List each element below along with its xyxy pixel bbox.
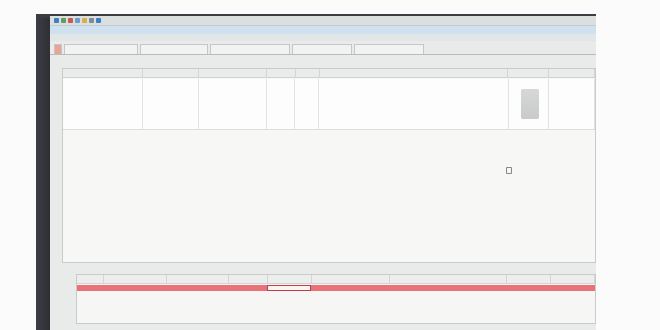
row-cell — [507, 285, 551, 291]
tab-6[interactable] — [354, 44, 424, 54]
row-cell — [295, 79, 319, 129]
column-header[interactable] — [267, 69, 296, 77]
column-header[interactable] — [551, 275, 595, 283]
row-cell — [551, 285, 595, 291]
photo-background — [0, 0, 660, 330]
grid-header — [63, 69, 596, 78]
column-header[interactable] — [199, 69, 267, 77]
refresh-icon[interactable] — [75, 18, 80, 23]
column-header[interactable] — [143, 69, 199, 77]
table-row[interactable] — [63, 79, 595, 130]
app-window — [50, 16, 596, 330]
help-icon[interactable] — [89, 18, 94, 23]
row-cell — [229, 285, 267, 291]
row-cell — [311, 285, 389, 291]
column-header[interactable] — [63, 69, 143, 77]
column-header[interactable] — [167, 275, 230, 283]
column-header[interactable] — [77, 275, 104, 283]
column-header[interactable] — [229, 275, 268, 283]
column-header[interactable] — [390, 275, 507, 283]
notes-cell — [319, 79, 509, 129]
tab-3[interactable] — [140, 44, 208, 54]
tab-bar — [50, 44, 596, 55]
row-cell — [267, 79, 295, 129]
date-cell[interactable] — [267, 285, 311, 291]
column-header[interactable] — [549, 69, 596, 77]
column-header[interactable] — [268, 275, 312, 283]
detail-grid — [76, 274, 596, 324]
row-cell — [167, 285, 229, 291]
tab-active[interactable] — [54, 44, 62, 54]
records-grid — [62, 68, 596, 263]
row-cell — [549, 79, 595, 129]
column-header[interactable] — [312, 275, 390, 283]
selected-row[interactable] — [77, 285, 595, 291]
breadcrumb-secondary — [50, 34, 596, 41]
column-header[interactable] — [507, 275, 551, 283]
mouse-cursor-icon — [506, 167, 512, 174]
column-header[interactable] — [296, 69, 321, 77]
save-icon[interactable] — [68, 18, 73, 23]
print-icon[interactable] — [82, 18, 87, 23]
tab-4[interactable] — [210, 44, 290, 54]
column-header[interactable] — [320, 69, 509, 77]
back-icon[interactable] — [54, 18, 59, 23]
detail-grid-header — [77, 275, 595, 284]
row-cell — [103, 285, 167, 291]
redacted-area — [521, 89, 539, 119]
tab-5[interactable] — [292, 44, 352, 54]
row-cell — [63, 79, 143, 129]
column-header[interactable] — [508, 69, 549, 77]
home-icon[interactable] — [96, 18, 101, 23]
row-cell — [389, 285, 507, 291]
row-cell — [199, 79, 267, 129]
column-header[interactable] — [104, 275, 168, 283]
row-cell — [77, 285, 103, 291]
blurred-cell — [509, 79, 549, 129]
toolbar — [50, 16, 596, 26]
row-cell — [143, 79, 199, 129]
forward-icon[interactable] — [61, 18, 66, 23]
tab-2[interactable] — [64, 44, 138, 54]
breadcrumb — [50, 26, 596, 34]
